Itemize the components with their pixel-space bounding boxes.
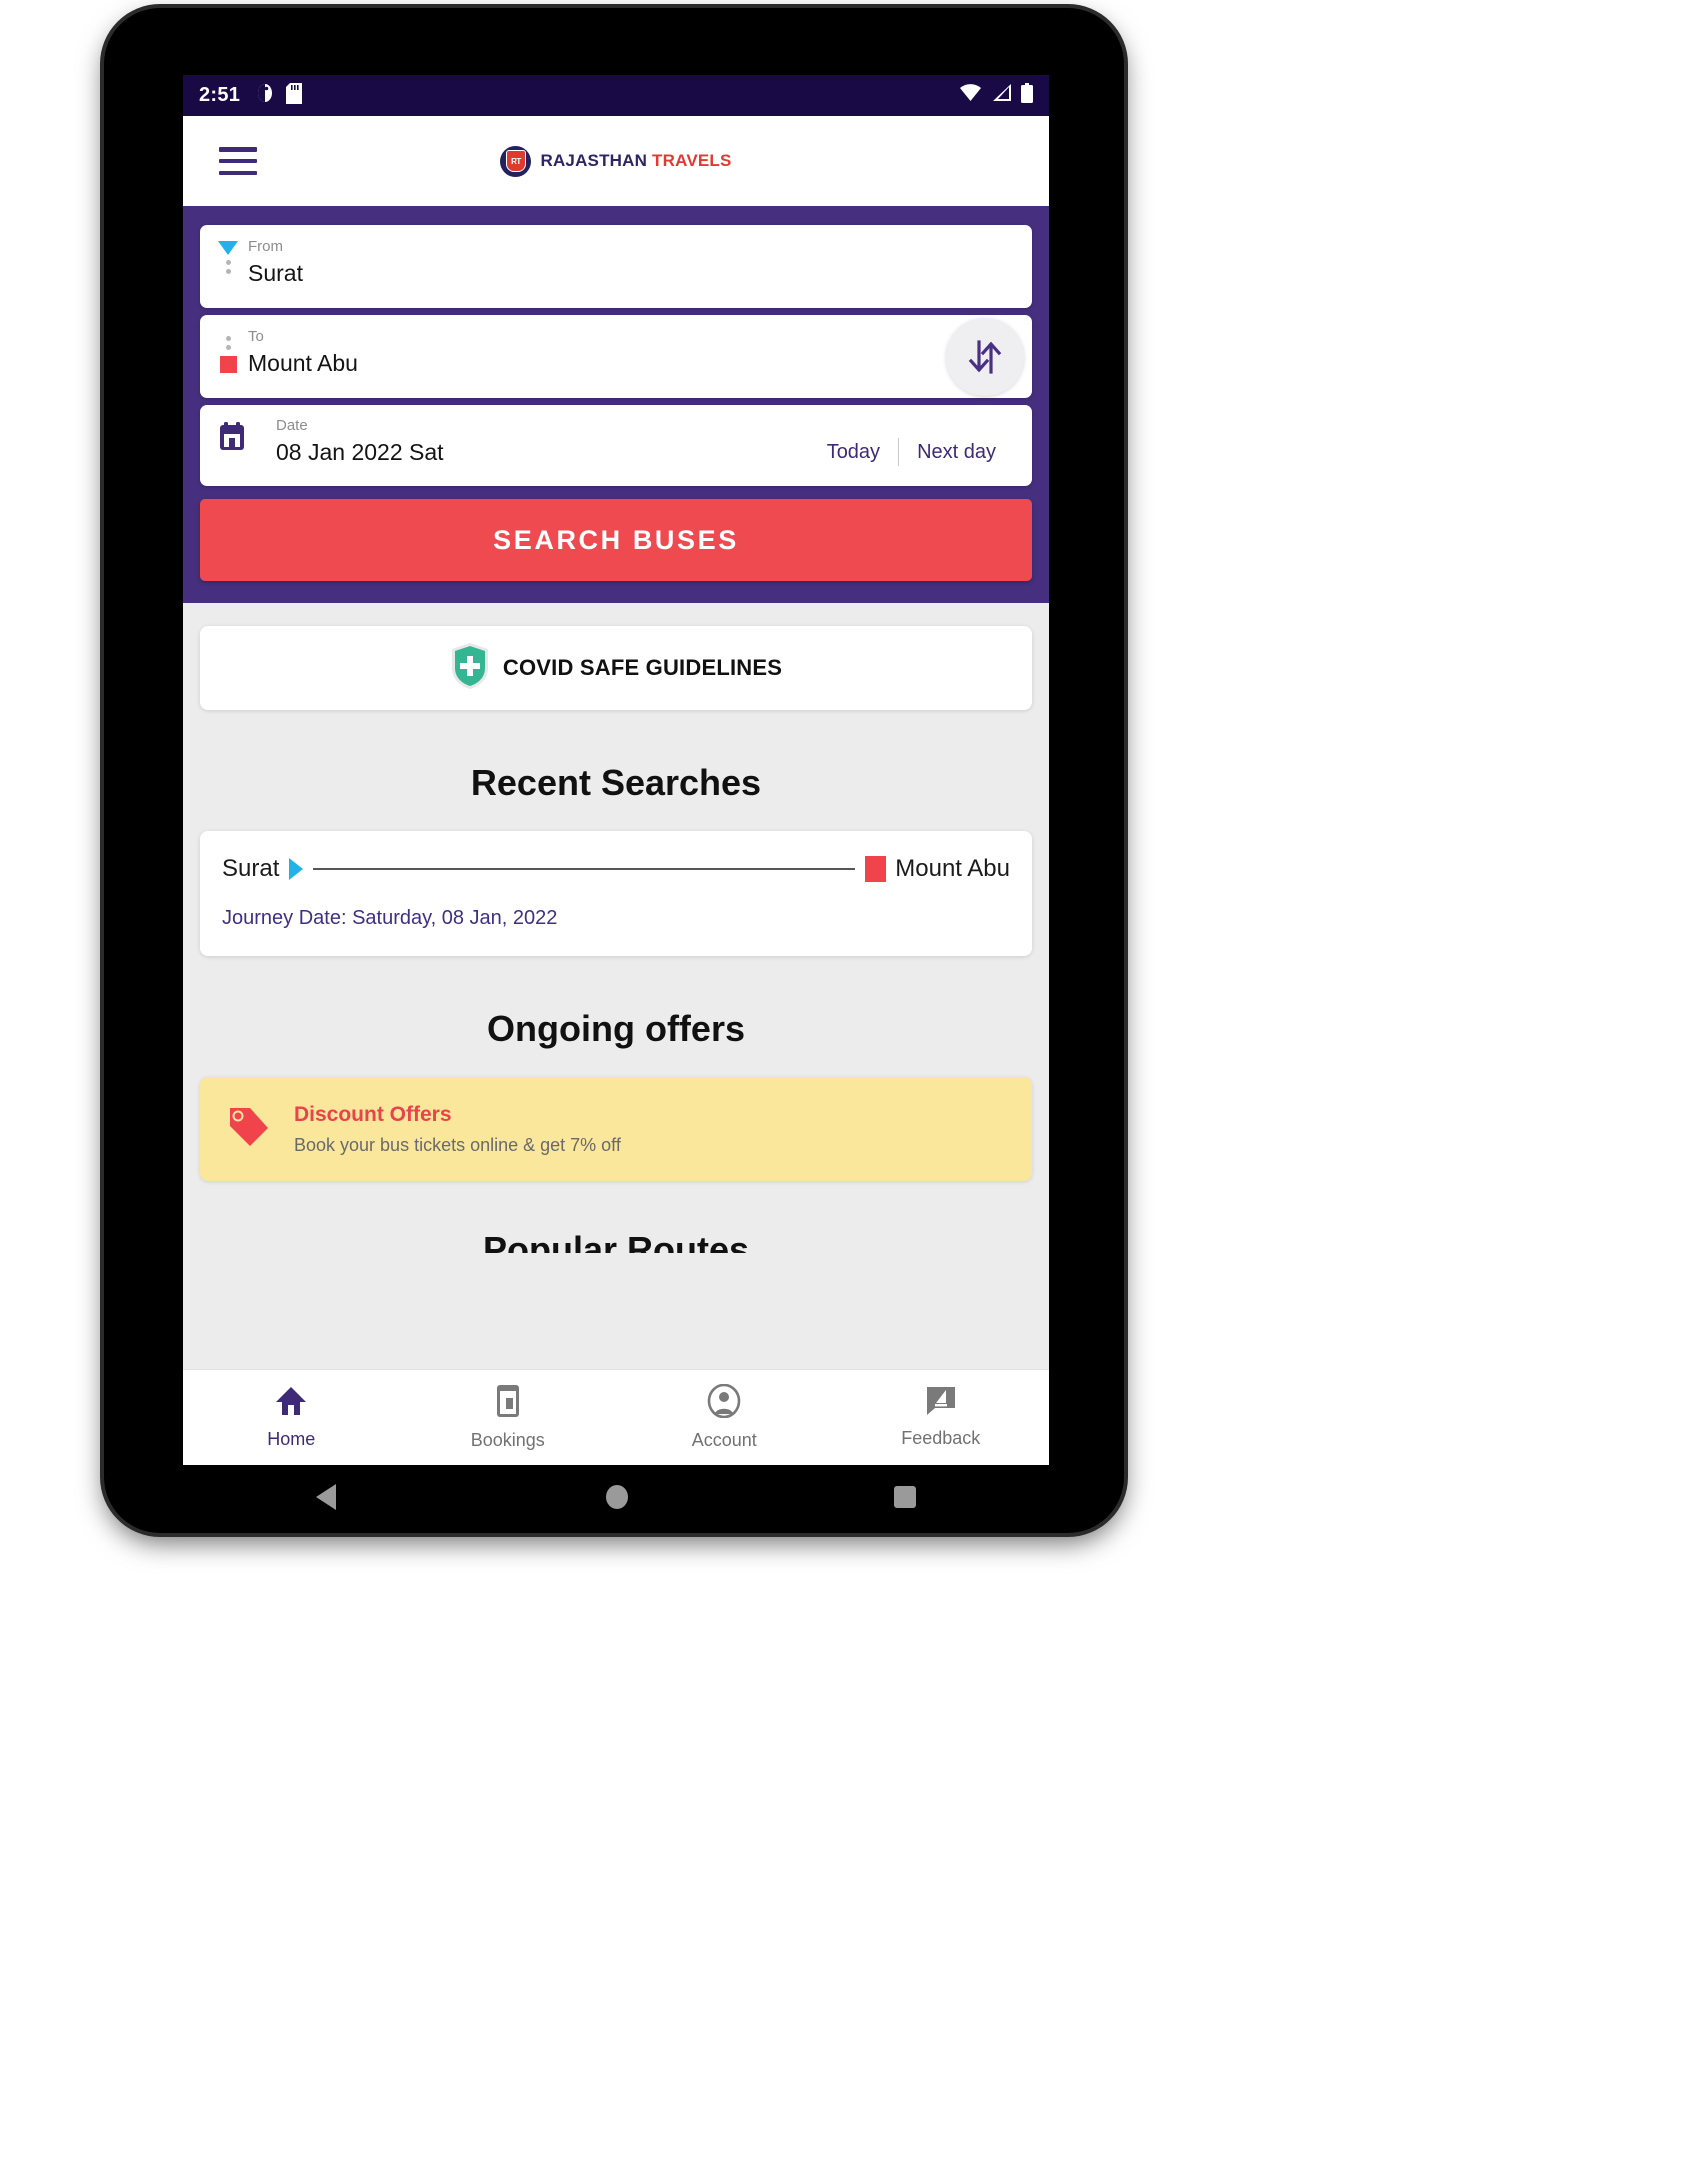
bottom-navigation: Home Bookings Account Feedback: [183, 1369, 1049, 1465]
date-quick-links: Today Next day: [809, 438, 1014, 466]
date-value: 08 Jan 2022 Sat: [276, 439, 444, 465]
brand-logo: RT RAJASTHAN TRAVELS: [500, 145, 731, 177]
calendar-icon: [218, 422, 246, 457]
status-bar: 2:51: [183, 75, 1049, 116]
swap-vertical-arrows-icon: [968, 340, 1002, 374]
to-value: Mount Abu: [248, 350, 358, 376]
home-icon: [274, 1385, 308, 1422]
nav-item-account[interactable]: Account: [616, 1370, 833, 1465]
nav-label-account: Account: [691, 1430, 757, 1450]
search-panel: From Surat To Mount Abu Date 08 Jan 2022…: [183, 206, 1049, 603]
battery-icon: [1021, 83, 1033, 108]
recents-square-icon[interactable]: [892, 1484, 918, 1515]
date-label: Date: [276, 417, 308, 434]
from-marker: [218, 241, 238, 274]
offer-title: Discount Offers: [294, 1102, 452, 1126]
today-link[interactable]: Today: [809, 441, 898, 464]
date-field[interactable]: Date 08 Jan 2022 Sat Today Next day: [200, 405, 1032, 486]
app-bar: RT RAJASTHAN TRAVELS: [183, 116, 1049, 206]
offer-subtitle: Book your bus tickets online & get 7% of…: [294, 1134, 621, 1155]
recent-journey-date: Journey Date: Saturday, 08 Jan, 2022: [222, 907, 558, 929]
recent-to-city: Mount Abu: [895, 855, 1010, 882]
status-bar-right-icons: [959, 83, 1033, 108]
dotted-connector-icon: [225, 260, 231, 274]
device-frame: 2:51 RT RAJASTHAN TRAVELS From Surat To …: [104, 8, 1124, 1533]
dotted-connector-icon: [225, 336, 231, 350]
recent-searches-title: Recent Searches: [470, 762, 762, 803]
shield-cross-icon: [450, 642, 490, 695]
recent-search-item[interactable]: Surat Mount Abu Journey Date: Saturday, …: [200, 831, 1032, 956]
to-field[interactable]: To Mount Abu: [200, 315, 1032, 398]
ticket-phone-icon: [494, 1384, 522, 1423]
from-label: From: [248, 238, 283, 255]
ongoing-offers-title: Ongoing offers: [487, 1008, 745, 1049]
back-triangle-icon[interactable]: [314, 1482, 342, 1517]
triangle-right-icon: [289, 858, 304, 880]
popular-routes-title: Popular Routes: [482, 1229, 750, 1253]
nav-item-feedback[interactable]: Feedback: [833, 1370, 1050, 1465]
brand-name: RAJASTHAN TRAVELS: [540, 151, 731, 171]
brand-badge-text: RT: [505, 150, 526, 172]
route-connector-line: [313, 868, 856, 870]
swap-cities-button[interactable]: [946, 318, 1024, 396]
status-bar-left-icons: [255, 82, 303, 109]
price-tag-icon: [226, 1104, 272, 1155]
status-bar-clock: 2:51: [199, 84, 241, 106]
discount-offer-card[interactable]: Discount Offers Book your bus tickets on…: [200, 1077, 1032, 1181]
route-row: Surat Mount Abu: [222, 855, 1010, 883]
square-red-icon: [219, 356, 237, 373]
covid-banner-label: COVID SAFE GUIDELINES: [502, 655, 783, 680]
hamburger-menu-icon[interactable]: [219, 147, 257, 175]
nav-item-bookings[interactable]: Bookings: [400, 1370, 617, 1465]
sd-card-icon: [286, 82, 303, 109]
nav-label-bookings: Bookings: [470, 1430, 545, 1450]
recent-from-city: Surat: [222, 855, 280, 882]
to-label: To: [248, 328, 264, 345]
triangle-down-icon: [218, 241, 238, 255]
home-circle-icon[interactable]: [604, 1483, 630, 1516]
from-value: Surat: [248, 260, 303, 286]
nav-label-feedback: Feedback: [901, 1428, 981, 1448]
brand-name-part1: RAJASTHAN: [540, 151, 648, 170]
nav-label-home: Home: [267, 1429, 316, 1449]
nav-item-home[interactable]: Home: [183, 1370, 400, 1465]
covid-guidelines-banner[interactable]: COVID SAFE GUIDELINES: [200, 626, 1032, 710]
feedback-speech-icon: [926, 1386, 956, 1421]
wifi-icon: [959, 84, 982, 107]
to-marker: [218, 331, 238, 373]
next-day-link[interactable]: Next day: [899, 441, 1014, 464]
brand-name-part2: TRAVELS: [652, 151, 732, 170]
search-buses-button[interactable]: SEARCH BUSES: [200, 499, 1032, 581]
signal-icon: [991, 84, 1012, 107]
account-circle-icon: [707, 1383, 741, 1423]
brand-badge-icon: RT: [500, 145, 532, 177]
android-navigation-bar: [183, 1465, 1049, 1533]
from-field[interactable]: From Surat: [200, 225, 1032, 308]
screen-rotation-icon: [255, 83, 275, 108]
phone-screen: 2:51 RT RAJASTHAN TRAVELS From Surat To …: [183, 75, 1049, 1465]
square-red-icon: [865, 856, 887, 882]
main-content: COVID SAFE GUIDELINES Recent Searches Su…: [183, 626, 1049, 1253]
